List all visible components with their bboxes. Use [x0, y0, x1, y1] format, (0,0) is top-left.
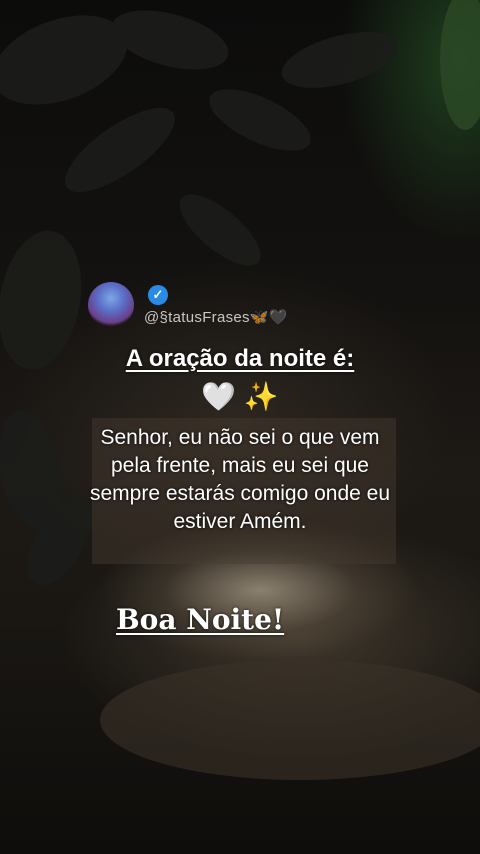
verified-badge-icon: ✓: [148, 284, 168, 305]
post-header: ✓ @§tatusFrases🦋🖤: [88, 280, 288, 330]
post-title: A oração da noite é:: [125, 345, 355, 372]
closing-text: Boa Noite!: [116, 603, 285, 636]
account-handle[interactable]: @§tatusFrases🦋🖤: [144, 308, 288, 326]
emoji-row: 🤍 ✨: [0, 380, 480, 413]
sparkles-icon: ✨: [243, 381, 279, 412]
avatar[interactable]: [88, 282, 134, 328]
video-frame: ✓ @§tatusFrases🦋🖤 A oração da noite é: 🤍…: [0, 0, 480, 854]
prayer-text: Senhor, eu não sei o que vem pela frente…: [90, 426, 390, 533]
white-heart-icon: 🤍: [201, 381, 237, 412]
